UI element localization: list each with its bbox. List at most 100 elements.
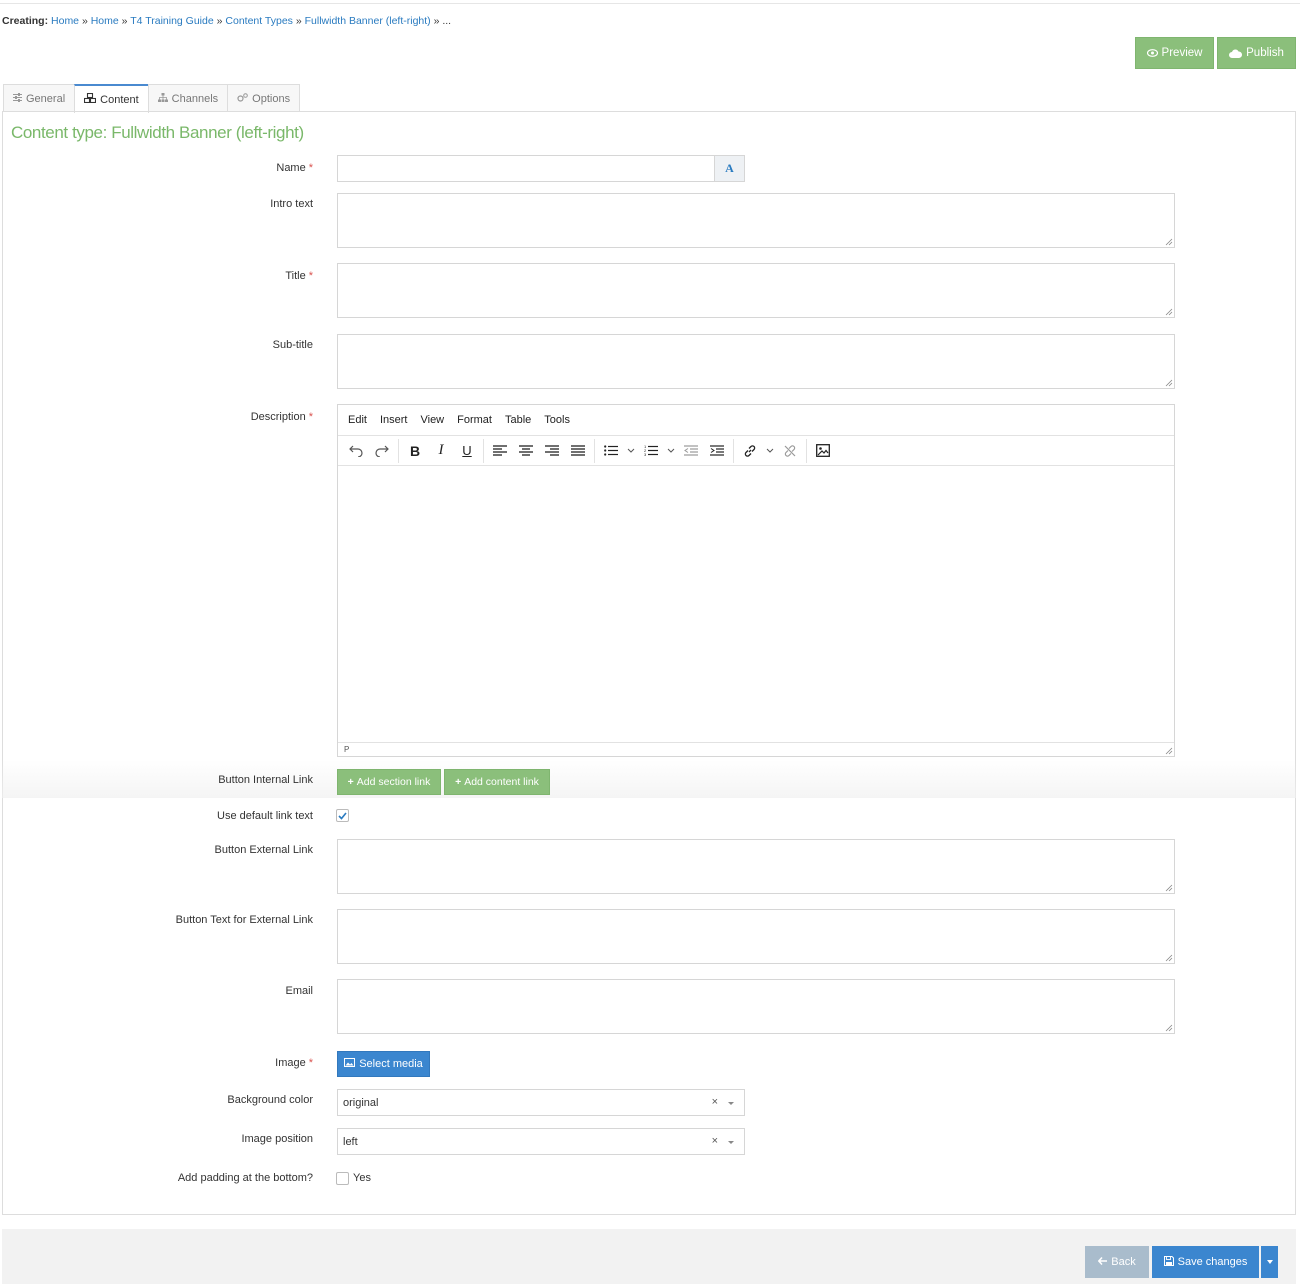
resize-grip-icon[interactable] [1164, 1023, 1173, 1032]
breadcrumb-separator: » [295, 15, 302, 27]
breadcrumb-link-content-types[interactable]: Content Types [225, 15, 293, 27]
tab-content-label: Content [100, 93, 139, 106]
menu-table[interactable]: Table [505, 414, 531, 426]
menu-insert[interactable]: Insert [380, 414, 408, 426]
save-options-dropdown[interactable] [1261, 1246, 1278, 1278]
italic-icon[interactable]: I [428, 439, 454, 463]
editor-menubar: Edit Insert View Format Table Tools [338, 405, 1174, 436]
menu-tools[interactable]: Tools [544, 414, 570, 426]
outdent-icon[interactable] [678, 439, 704, 463]
resize-grip-icon[interactable] [1164, 953, 1173, 962]
resize-grip-icon[interactable] [1164, 307, 1173, 316]
tab-content[interactable]: Content [74, 84, 149, 113]
image-label: Image * [275, 1057, 313, 1069]
required-asterisk: * [308, 162, 313, 174]
title-textarea[interactable] [337, 263, 1175, 318]
breadcrumb-separator: » [216, 15, 223, 27]
back-button[interactable]: Back [1085, 1246, 1149, 1278]
align-right-icon[interactable] [539, 439, 565, 463]
add-content-link-button[interactable]: + Add content link [444, 769, 550, 795]
indent-icon[interactable] [704, 439, 730, 463]
caret-down-icon [1266, 1260, 1273, 1264]
tab-options-label: Options [252, 92, 291, 105]
clear-icon[interactable]: × [712, 1096, 718, 1108]
breadcrumb-prefix: Creating: [2, 15, 49, 27]
add-padding-checkbox[interactable] [336, 1172, 349, 1185]
image-position-select[interactable]: left × [337, 1128, 745, 1155]
cubes-icon [84, 92, 97, 106]
tab-general[interactable]: General [3, 84, 76, 112]
email-label: Email [285, 985, 313, 997]
underline-icon[interactable]: U [454, 439, 480, 463]
arrow-left-icon [1098, 1256, 1108, 1268]
unlink-icon[interactable] [777, 439, 803, 463]
chevron-down-icon[interactable] [664, 439, 678, 463]
button-external-link-textarea[interactable] [337, 839, 1175, 894]
save-changes-button[interactable]: Save changes [1152, 1246, 1259, 1278]
align-center-icon[interactable] [513, 439, 539, 463]
publish-label: Publish [1246, 47, 1284, 59]
picture-icon [344, 1058, 356, 1070]
caret-down-icon[interactable] [728, 1102, 734, 1105]
use-default-link-text-checkbox[interactable] [336, 809, 349, 822]
bullet-list-icon[interactable] [598, 439, 624, 463]
checkmark-icon [338, 811, 347, 820]
preview-button[interactable]: Preview [1135, 37, 1214, 69]
email-textarea[interactable] [337, 979, 1175, 1034]
button-text-external-textarea[interactable] [337, 909, 1175, 964]
use-default-link-text-label: Use default link text [217, 810, 313, 822]
caret-down-icon[interactable] [728, 1141, 734, 1144]
chevron-down-icon[interactable] [763, 439, 777, 463]
sub-title-textarea[interactable] [337, 334, 1175, 389]
tab-channels[interactable]: Channels [147, 84, 229, 112]
name-input[interactable] [337, 155, 715, 182]
redo-icon[interactable] [369, 439, 395, 463]
save-changes-label: Save changes [1177, 1256, 1248, 1268]
resize-grip-icon[interactable] [1164, 378, 1173, 387]
button-internal-link-label: Button Internal Link [218, 774, 313, 786]
background-color-select[interactable]: original × [337, 1089, 745, 1116]
menu-edit[interactable]: Edit [348, 414, 367, 426]
link-icon[interactable] [737, 439, 763, 463]
sitemap-icon [157, 92, 168, 105]
editor-body[interactable] [338, 466, 1174, 742]
content-type-title: Content type: Fullwidth Banner (left-rig… [11, 123, 304, 142]
bold-icon[interactable]: B [402, 439, 428, 463]
breadcrumb-separator: » [81, 15, 88, 27]
chevron-down-icon[interactable] [624, 439, 638, 463]
section-shadow [2, 760, 1296, 798]
cogs-icon [237, 92, 248, 105]
menu-format[interactable]: Format [457, 414, 492, 426]
add-section-link-button[interactable]: + Add section link [337, 769, 441, 795]
element-path[interactable]: P [344, 745, 349, 754]
numbered-list-icon[interactable]: 123 [638, 439, 664, 463]
resize-grip-icon[interactable] [1164, 883, 1173, 892]
sub-title-label: Sub-title [272, 339, 313, 351]
align-left-icon[interactable] [487, 439, 513, 463]
tab-general-label: General [26, 92, 66, 105]
tab-options[interactable]: Options [227, 84, 301, 112]
resize-grip-icon[interactable] [1164, 746, 1173, 755]
add-padding-option-label[interactable]: Yes [353, 1172, 371, 1184]
select-media-button[interactable]: Select media [337, 1051, 430, 1077]
required-asterisk: * [308, 270, 313, 282]
required-asterisk: * [308, 411, 313, 423]
intro-text-textarea[interactable] [337, 193, 1175, 248]
align-justify-icon[interactable] [565, 439, 591, 463]
breadcrumb-link-training-guide[interactable]: T4 Training Guide [130, 15, 213, 27]
menu-view[interactable]: View [420, 414, 444, 426]
name-label: Name * [276, 162, 313, 174]
publish-button[interactable]: Publish [1217, 37, 1296, 69]
clear-icon[interactable]: × [712, 1135, 718, 1147]
resize-grip-icon[interactable] [1164, 237, 1173, 246]
undo-icon[interactable] [343, 439, 369, 463]
breadcrumb-link-home[interactable]: Home [51, 15, 79, 27]
image-icon[interactable] [810, 439, 836, 463]
breadcrumb-link-home-2[interactable]: Home [91, 15, 119, 27]
text-format-icon[interactable]: A [714, 155, 745, 182]
required-asterisk: * [308, 1057, 313, 1069]
image-position-label: Image position [241, 1133, 313, 1145]
cloud-icon [1229, 49, 1243, 58]
breadcrumb-link-fullwidth-banner[interactable]: Fullwidth Banner (left-right) [305, 15, 431, 27]
tab-channels-label: Channels [171, 92, 219, 105]
